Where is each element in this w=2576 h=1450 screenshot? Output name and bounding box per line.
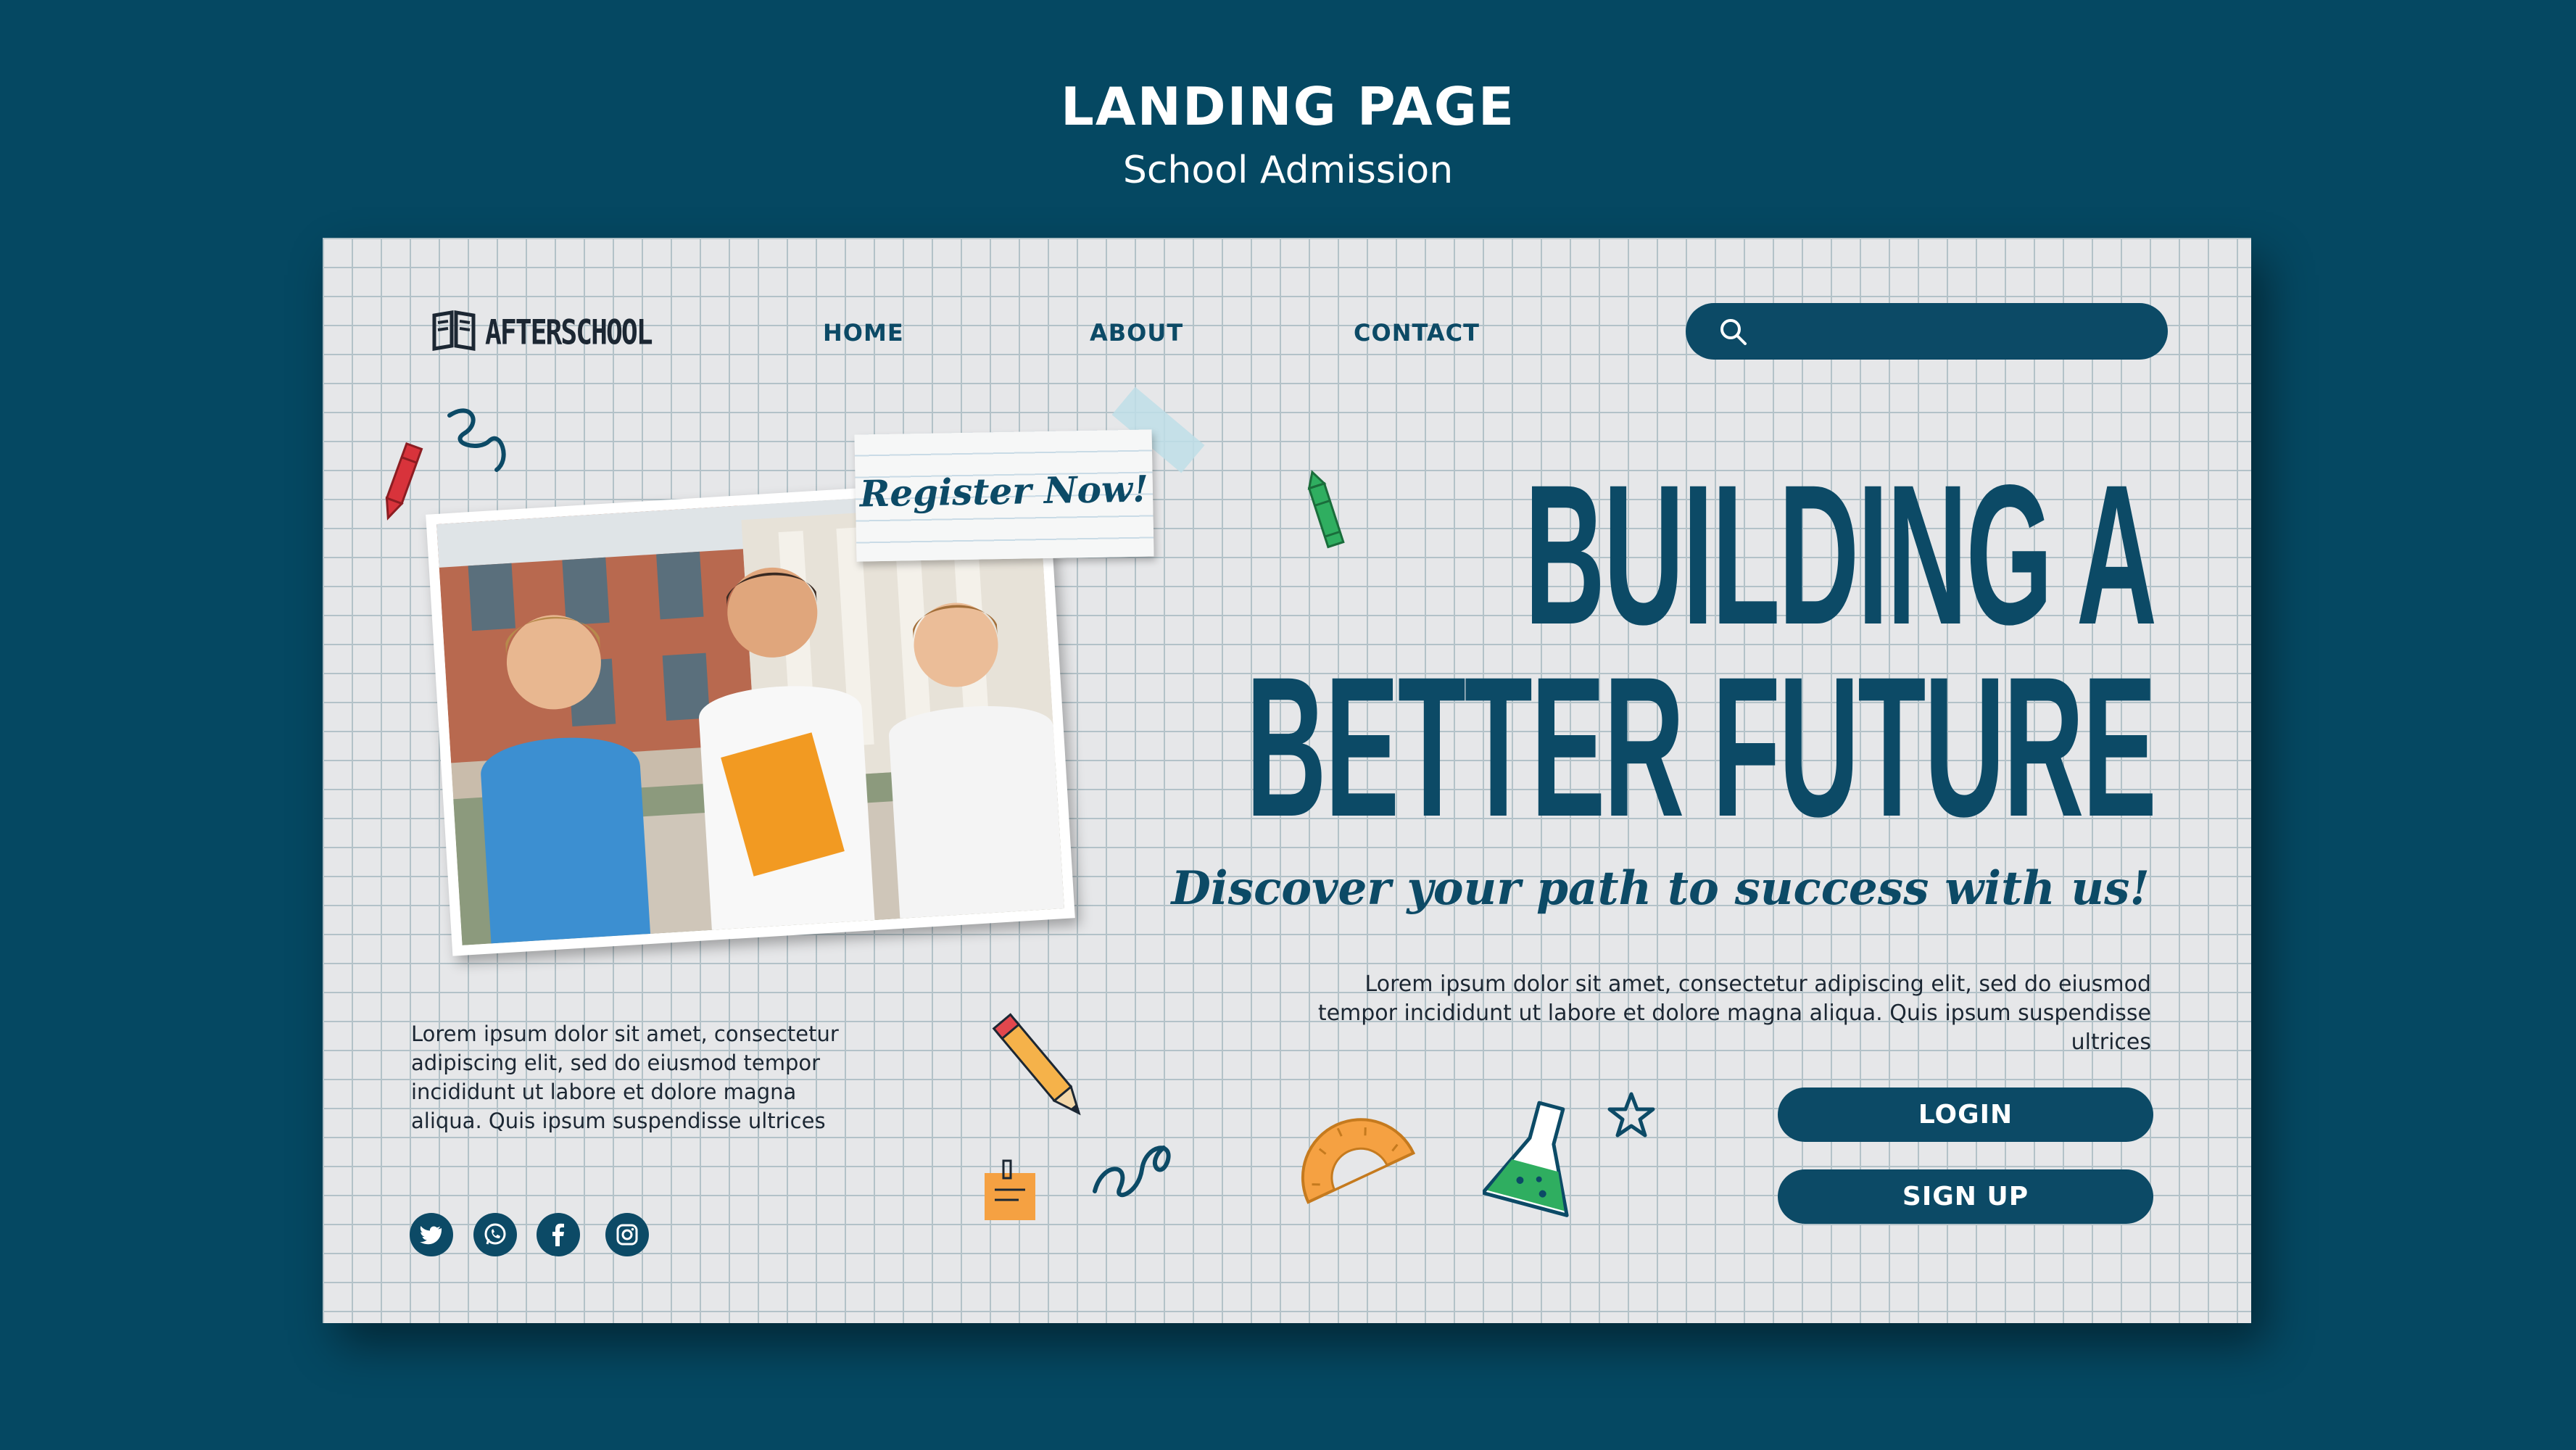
headline-line-1: BUILDING A (1524, 444, 2157, 666)
headline-line-2: BETTER FUTURE (1246, 636, 2157, 858)
logo-text: AFTERSCHOOL (485, 312, 653, 352)
tagline: Discover your path to success with us! (1171, 861, 2150, 916)
instagram-icon[interactable] (605, 1213, 649, 1256)
facebook-icon[interactable] (537, 1213, 580, 1256)
landing-card: AFTERSCHOOL HOME ABOUT CONTACT Register … (323, 238, 2251, 1323)
red-crayon-icon (385, 442, 423, 521)
nav-home[interactable]: HOME (823, 319, 904, 347)
whatsapp-icon[interactable] (473, 1213, 517, 1256)
search-icon (1720, 319, 1747, 345)
pencil-icon (992, 1013, 1081, 1116)
hero-description: Lorem ipsum dolor sit amet, consectetur … (1317, 972, 2151, 1055)
search-input[interactable] (1686, 303, 2168, 360)
signup-button[interactable]: SIGN UP (1778, 1169, 2153, 1224)
login-button[interactable]: LOGIN (1778, 1088, 2153, 1142)
register-note[interactable]: Register Now! (854, 429, 1154, 562)
twitter-icon[interactable] (410, 1213, 453, 1256)
photo-description: Lorem ipsum dolor sit amet, consectetur … (411, 1022, 839, 1133)
protractor-icon (1301, 1118, 1416, 1204)
book-icon (430, 308, 478, 355)
squiggle-icon (1093, 1146, 1171, 1198)
green-crayon-icon (1307, 470, 1345, 549)
page-heading: LANDING PAGE (1061, 76, 1515, 137)
nav-contact[interactable]: CONTACT (1354, 319, 1480, 347)
logo[interactable]: AFTERSCHOOL (430, 308, 653, 355)
nav-about[interactable]: ABOUT (1090, 319, 1183, 347)
page-subheading: School Admission (1122, 149, 1454, 192)
squiggle-icon (447, 408, 506, 472)
sticky-note-icon (985, 1159, 1035, 1220)
flask-icon (1483, 1101, 1569, 1217)
star-icon (1607, 1092, 1655, 1138)
register-now-label: Register Now! (859, 467, 1149, 515)
